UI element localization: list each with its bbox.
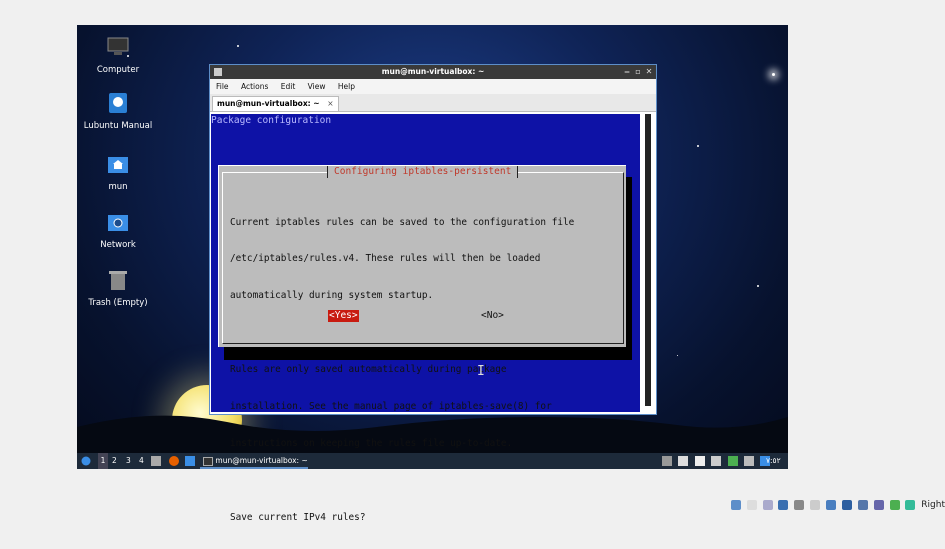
- star: [237, 45, 239, 47]
- desktop-icon-network[interactable]: Network: [78, 210, 158, 250]
- optical-icon[interactable]: [746, 499, 757, 510]
- firefox-launcher[interactable]: [169, 453, 179, 469]
- lubuntu-logo-icon: [81, 456, 91, 466]
- window-title: mun@mun-virtualbox: ~: [381, 67, 485, 76]
- no-button[interactable]: <No>: [481, 310, 504, 322]
- host-status-bar: Right: [730, 498, 945, 512]
- dialog-line: instructions on keeping the rules file u…: [230, 437, 513, 449]
- dialog-line: [230, 475, 622, 487]
- audio-icon[interactable]: [762, 499, 773, 510]
- menu-bar: File Actions Edit View Help: [210, 79, 656, 94]
- desktop-icon-trash[interactable]: Trash (Empty): [78, 268, 158, 308]
- maximize-button[interactable]: ▫: [633, 65, 643, 79]
- menu-view[interactable]: View: [308, 82, 326, 91]
- dialog-line: installation. See the manual page of ipt…: [230, 401, 552, 413]
- mouse-integration-icon[interactable]: [873, 499, 884, 510]
- terminal-body[interactable]: Package configuration Configuring iptabl…: [211, 114, 655, 523]
- tab-close-icon[interactable]: ×: [327, 99, 333, 108]
- config-dialog: Configuring iptables-persistent Current …: [218, 165, 626, 523]
- show-desktop-button[interactable]: [185, 453, 195, 469]
- firefox-icon: [169, 456, 179, 466]
- menu-actions[interactable]: Actions: [241, 82, 268, 91]
- workspace-2[interactable]: 2: [112, 453, 117, 469]
- file-manager-launcher[interactable]: [151, 453, 161, 469]
- window-titlebar[interactable]: mun@mun-virtualbox: ~ ‒ ▫ ✕: [210, 65, 656, 79]
- trash-icon: [109, 271, 127, 290]
- update-icon: [727, 456, 738, 466]
- scrollbar[interactable]: [640, 114, 655, 412]
- dialog-line: Save current IPv4 rules?: [230, 511, 366, 523]
- manual-icon: [109, 93, 127, 113]
- star: [757, 285, 759, 287]
- clipboard-icon: [694, 456, 705, 466]
- desktop-icon-lubuntu-manual[interactable]: Lubuntu Manual: [78, 91, 158, 131]
- scrollbar-thumb[interactable]: [645, 114, 651, 406]
- tab-label: mun@mun-virtualbox: ~: [217, 99, 320, 108]
- network-icon: [108, 215, 128, 231]
- network-tray-icon: [743, 456, 754, 466]
- clock[interactable]: ٧:٥٢: [766, 453, 781, 469]
- tab-terminal[interactable]: mun@mun-virtualbox: ~ ×: [212, 96, 339, 111]
- menu-file[interactable]: File: [216, 82, 229, 91]
- usb-icon[interactable]: [794, 499, 805, 510]
- yes-button[interactable]: <Yes>: [328, 310, 359, 322]
- minimize-button[interactable]: ‒: [622, 65, 632, 79]
- dialog-title: Configuring iptables-persistent: [327, 166, 519, 178]
- desktop-icon-label: mun: [108, 182, 128, 192]
- terminal-window: mun@mun-virtualbox: ~ ‒ ▫ ✕ File Actions…: [209, 64, 657, 523]
- cpu-icon[interactable]: [857, 499, 868, 510]
- tab-bar: mun@mun-virtualbox: ~ ×: [210, 94, 656, 112]
- host-key-label: Right: [921, 500, 945, 510]
- star: [772, 73, 775, 76]
- dialog-body: Current iptables rules can be saved to t…: [230, 192, 622, 549]
- tray-icons[interactable]: [662, 453, 771, 469]
- dialog-line: automatically during system startup.: [230, 290, 434, 302]
- desktop-icon-computer[interactable]: Computer: [78, 35, 158, 75]
- network-adapter-icon[interactable]: [778, 499, 789, 510]
- desktop-icon: [185, 456, 195, 466]
- desktop-icon-label: Computer: [96, 65, 140, 75]
- guest-additions-icon[interactable]: [905, 499, 916, 510]
- screen-icon: [711, 456, 722, 466]
- dialog-line: Rules are only saved automatically durin…: [230, 364, 507, 376]
- hdd-icon[interactable]: [730, 499, 741, 510]
- shared-folder-icon[interactable]: [810, 499, 821, 510]
- text-cursor-icon: I: [477, 364, 485, 379]
- storage-icon: [662, 456, 672, 466]
- terminal-icon: [214, 68, 222, 76]
- workspace-4[interactable]: 4: [139, 453, 144, 469]
- desktop-icon-label: Network: [100, 240, 136, 250]
- menu-help[interactable]: Help: [338, 82, 355, 91]
- desktop-icon-mun[interactable]: mun: [78, 152, 158, 192]
- folder-icon: [151, 456, 161, 466]
- desktop-icon-label: Lubuntu Manual: [83, 121, 153, 131]
- volume-icon: [678, 456, 689, 466]
- close-button[interactable]: ✕: [644, 65, 654, 79]
- keyboard-capture-icon[interactable]: [889, 499, 900, 510]
- home-folder-icon: [108, 157, 128, 173]
- start-menu-button[interactable]: [81, 453, 91, 469]
- dialog-line: /etc/iptables/rules.v4. These rules will…: [230, 253, 541, 265]
- star: [677, 355, 678, 356]
- menu-edit[interactable]: Edit: [281, 82, 296, 91]
- computer-icon: [107, 37, 129, 55]
- workspace-3[interactable]: 3: [126, 453, 131, 469]
- dialog-line: Current iptables rules can be saved to t…: [230, 216, 575, 228]
- star: [697, 145, 699, 147]
- dialog-line: [230, 327, 622, 339]
- display-icon[interactable]: [826, 499, 837, 510]
- package-config-title: Package configuration: [211, 115, 332, 126]
- recording-icon[interactable]: [841, 499, 852, 510]
- desktop-icon-label: Trash (Empty): [88, 298, 148, 308]
- workspace-1[interactable]: 1: [98, 453, 108, 469]
- terminal-icon: [203, 456, 213, 466]
